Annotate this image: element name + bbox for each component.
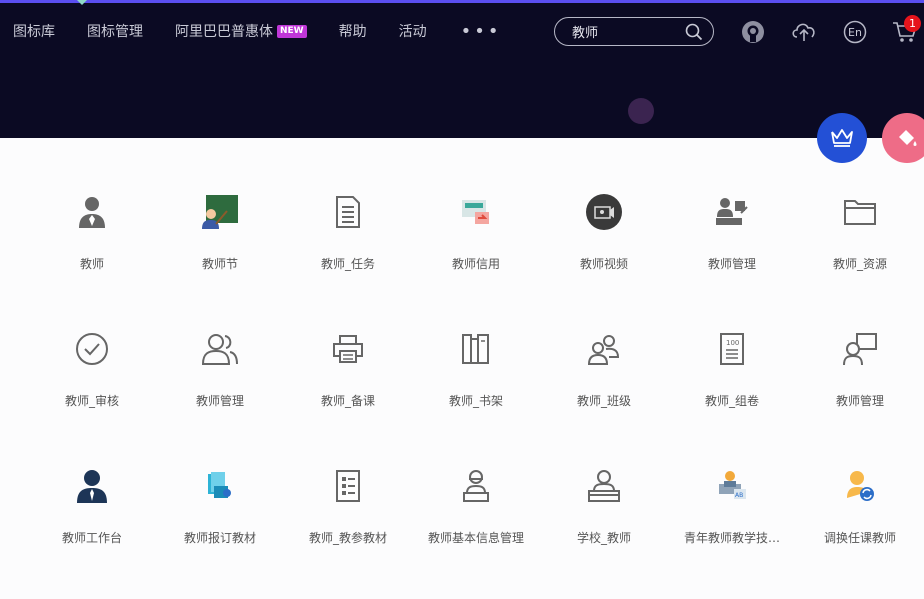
icon-label: 教师_审核: [64, 394, 119, 408]
paint-bucket-icon: [899, 130, 917, 146]
icon-label: 教师_组卷: [704, 394, 759, 408]
upload-cloud-icon[interactable]: [791, 19, 817, 45]
icon-label: 教师节: [201, 257, 238, 271]
icon-label: 教师报订教材: [183, 531, 256, 545]
credit-screen-icon: [454, 190, 498, 234]
more-menu-button[interactable]: •••: [461, 21, 502, 42]
vip-crown-button[interactable]: [817, 113, 867, 163]
bookshelf-icon: [454, 327, 498, 371]
info-management-icon: [454, 464, 498, 508]
decorative-dot: [628, 98, 654, 124]
nav-item-alibaba-font[interactable]: 阿里巴巴普惠体 NEW: [175, 21, 307, 41]
icon-label: 教师视频: [579, 257, 628, 271]
new-badge: NEW: [277, 24, 307, 38]
icon-card[interactable]: 教师_资源: [796, 190, 924, 290]
teacher-desk-icon: [710, 190, 754, 234]
textbook-order-icon: [198, 464, 242, 508]
icon-label: 教师_书架: [448, 394, 503, 408]
icon-label: 教师_资源: [832, 257, 887, 271]
icon-label: 教师管理: [195, 394, 244, 408]
icon-label: 教师基本信息管理: [427, 531, 524, 545]
video-circle-icon: [582, 190, 626, 234]
svg-text:AB: AB: [735, 492, 743, 499]
search-box: [554, 17, 714, 46]
folder-icon: [838, 190, 882, 234]
workbench-person-icon: [70, 464, 114, 508]
icon-card[interactable]: 教师管理: [796, 327, 924, 427]
icon-card[interactable]: 教师: [28, 190, 156, 290]
icon-card[interactable]: 教师管理: [668, 190, 796, 290]
github-icon[interactable]: [740, 19, 766, 45]
icon-card[interactable]: 教师_备课: [284, 327, 412, 427]
main-nav: 图标库 图标管理 阿里巴巴普惠体 NEW 帮助 活动 •••: [13, 20, 501, 42]
cart-count-badge: 1: [904, 15, 921, 32]
nav-item-help[interactable]: 帮助: [339, 21, 367, 41]
search-input[interactable]: [572, 24, 682, 39]
icon-card[interactable]: 教师_书架: [412, 327, 540, 427]
icon-label: 调换任课教师: [823, 531, 896, 545]
icon-label: 教师工作台: [61, 531, 122, 545]
icon-label: 教师_教参教材: [308, 531, 387, 545]
icon-card[interactable]: AB 青年教师教学技…: [668, 464, 796, 564]
task-document-icon: [326, 190, 370, 234]
icon-card[interactable]: 教师管理: [156, 327, 284, 427]
icon-label: 教师管理: [835, 394, 884, 408]
nav-item-activity[interactable]: 活动: [399, 21, 427, 41]
icon-card[interactable]: 教师节: [156, 190, 284, 290]
icon-card[interactable]: 教师工作台: [28, 464, 156, 564]
icon-label: 教师管理: [707, 257, 756, 271]
icon-card[interactable]: 教师_审核: [28, 327, 156, 427]
icon-card[interactable]: 教师报订教材: [156, 464, 284, 564]
crown-icon: [831, 129, 853, 147]
check-circle-icon: [70, 327, 114, 371]
icon-label: 教师_任务: [320, 257, 375, 271]
icon-card[interactable]: 教师基本信息管理: [412, 464, 540, 564]
accent-line: [0, 0, 924, 3]
teacher-person-icon: [70, 190, 114, 234]
school-teacher-icon: [582, 464, 626, 508]
icon-card[interactable]: 教师_班级: [540, 327, 668, 427]
icon-card[interactable]: 教师视频: [540, 190, 668, 290]
icon-label: 青年教师教学技…: [683, 531, 780, 545]
exam-paper-icon: 100: [710, 327, 754, 371]
icon-card[interactable]: 教师_任务: [284, 190, 412, 290]
nav-item-icon-library[interactable]: 图标库: [13, 21, 55, 41]
reference-book-icon: [326, 464, 370, 508]
language-label: En: [848, 25, 862, 39]
theme-paint-button[interactable]: [882, 113, 924, 163]
svg-text:100: 100: [726, 339, 739, 347]
presenter-board-icon: [838, 327, 882, 371]
icon-card[interactable]: 教师_教参教材: [284, 464, 412, 564]
icon-label: 学校_教师: [576, 531, 631, 545]
icon-label: 教师信用: [451, 257, 500, 271]
accent-marker: [77, 0, 87, 5]
nav-item-icon-management[interactable]: 图标管理: [87, 21, 143, 41]
icon-card[interactable]: 调换任课教师: [796, 464, 924, 564]
icon-card[interactable]: 100 教师_组卷: [668, 327, 796, 427]
teachers-day-blackboard-icon: [198, 190, 242, 234]
nav-item-alibaba-font-label: 阿里巴巴普惠体: [175, 24, 273, 40]
icon-card[interactable]: 教师信用: [412, 190, 540, 290]
printer-icon: [326, 327, 370, 371]
icon-card[interactable]: 学校_教师: [540, 464, 668, 564]
top-banner: 图标库 图标管理 阿里巴巴普惠体 NEW 帮助 活动 ••• En 1: [0, 0, 924, 138]
search-icon[interactable]: [685, 23, 703, 45]
icon-label: 教师_班级: [576, 394, 631, 408]
young-teacher-icon: AB: [710, 464, 754, 508]
icon-label: 教师_备课: [320, 394, 375, 408]
class-group-icon: [582, 327, 626, 371]
language-button[interactable]: En: [842, 19, 868, 45]
icon-label: 教师: [79, 257, 104, 271]
swap-teacher-icon: [838, 464, 882, 508]
people-group-icon: [198, 327, 242, 371]
